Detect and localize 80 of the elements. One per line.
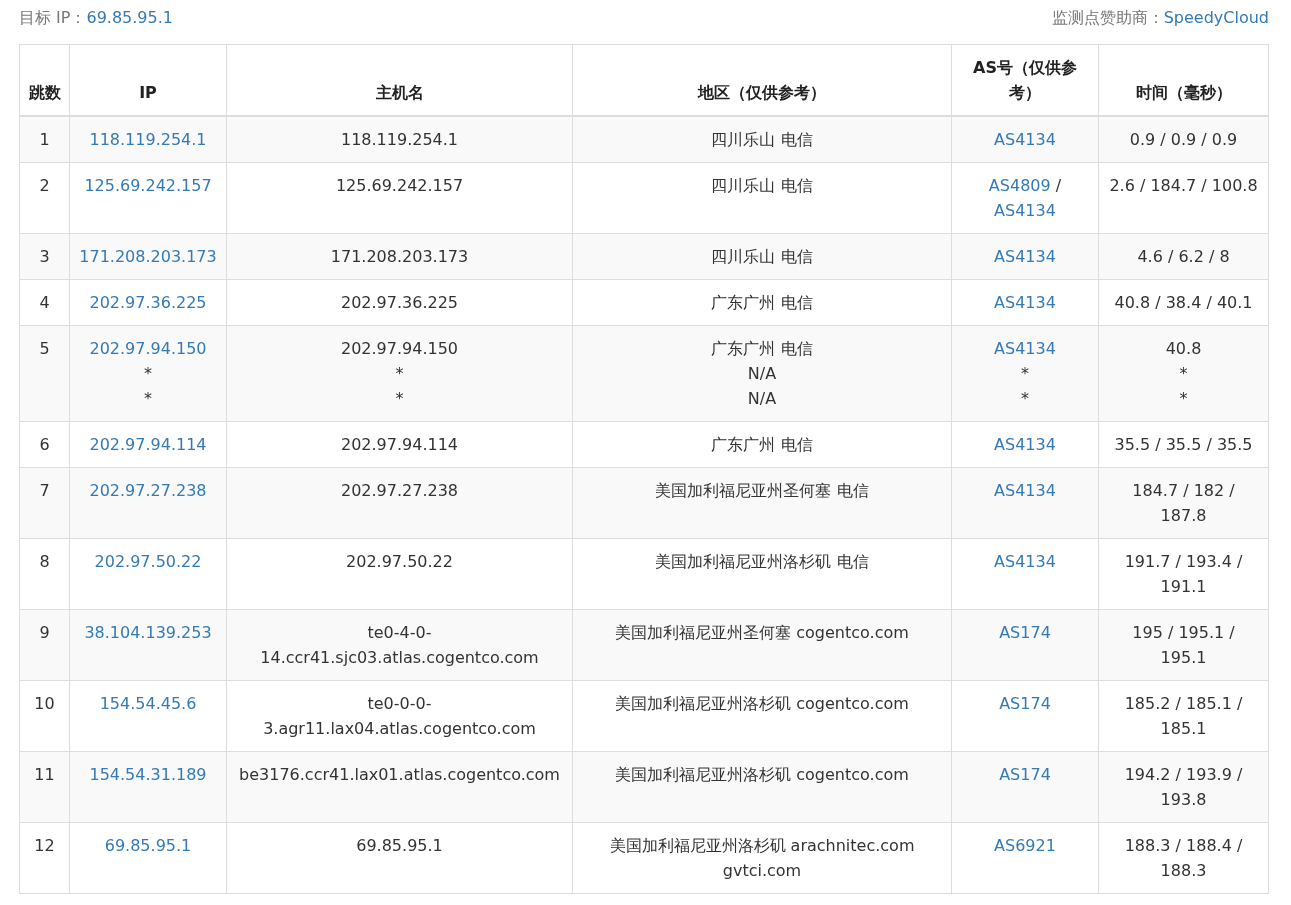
cell-text: / — [1055, 176, 1062, 195]
link[interactable]: AS174 — [999, 765, 1051, 784]
cell-text: 202.97.36.225 — [340, 293, 459, 312]
cell-line: * — [394, 388, 405, 410]
cell-text: 0.9 / 0.9 / 0.9 — [1129, 130, 1238, 149]
cell-text: 191.7 / 193.4 / 191.1 — [1124, 552, 1243, 596]
link[interactable]: AS4134 — [994, 130, 1056, 149]
link[interactable]: 154.54.45.6 — [99, 694, 197, 713]
cell-text: 12 — [34, 836, 55, 855]
cell-line: * — [1020, 363, 1030, 385]
link[interactable]: AS4134 — [994, 552, 1056, 571]
link[interactable]: AS174 — [999, 694, 1051, 713]
target-ip-text: 目标 IP：69.85.95.1 — [19, 8, 173, 29]
cell-text: be3176.ccr41.lax01.atlas.cogentco.com — [239, 765, 560, 784]
cell-text: 3 — [39, 247, 50, 266]
link[interactable]: 202.97.94.150 — [89, 339, 207, 358]
cell-text: 125.69.242.157 — [335, 176, 464, 195]
cell-text: 35.5 / 35.5 / 35.5 — [1114, 435, 1253, 454]
cell-line: 广东广州 电信 — [710, 338, 814, 360]
cell-text: 10 — [34, 694, 55, 713]
cell-line: * — [394, 363, 405, 385]
cell-line: * — [1178, 363, 1189, 385]
cell-text: 美国加利福尼亚州圣何塞 cogentco.com — [615, 623, 909, 642]
cell-text: 美国加利福尼亚州圣何塞 电信 — [655, 481, 869, 500]
cell-text: 188.3 / 188.4 / 188.3 — [1124, 836, 1243, 880]
cell-text: 1 — [39, 130, 50, 149]
link[interactable]: AS4134 — [994, 339, 1056, 358]
cell-text: 美国加利福尼亚州洛杉矶 arachnitec.com gvtci.com — [609, 836, 915, 880]
cell-line: 40.8 — [1164, 338, 1203, 360]
cell-text: 171.208.203.173 — [330, 247, 469, 266]
cell-text: 6 — [39, 435, 50, 454]
cell-line: * — [143, 363, 153, 385]
link[interactable]: AS174 — [999, 623, 1051, 642]
cell-text: 四川乐山 电信 — [711, 130, 813, 149]
cell-line: * — [1178, 388, 1189, 410]
cell-text: 7 — [39, 481, 50, 500]
sponsor-text: 监测点赞助商：SpeedyCloud — [1051, 8, 1269, 29]
cell-line: 202.97.94.150 — [339, 338, 460, 360]
cell-text: 202.97.27.238 — [340, 481, 459, 500]
cell-text: 69.85.95.1 — [356, 836, 443, 855]
link[interactable]: AS6921 — [994, 836, 1056, 855]
cell-text: 广东广州 电信 — [711, 293, 813, 312]
cell-text: 11 — [34, 765, 55, 784]
link[interactable]: AS4134 — [994, 201, 1056, 220]
cell-text: 美国加利福尼亚州洛杉矶 cogentco.com — [615, 765, 909, 784]
cell-line: N/A — [746, 363, 778, 385]
cell-text: 美国加利福尼亚州洛杉矶 电信 — [655, 552, 869, 571]
cell-text: 5 — [39, 339, 50, 358]
cell-line: * — [1020, 388, 1030, 410]
cell-text: 广东广州 电信 — [711, 435, 813, 454]
cell-text: 118.119.254.1 — [340, 130, 459, 149]
link[interactable]: 202.97.27.238 — [89, 481, 207, 500]
cell-text: 40.8 / 38.4 / 40.1 — [1114, 293, 1253, 312]
cell-text: 四川乐山 电信 — [711, 247, 813, 266]
cell-text: 4.6 / 6.2 / 8 — [1137, 247, 1230, 266]
link[interactable]: AS4134 — [994, 247, 1056, 266]
cell-text: 194.2 / 193.9 / 193.8 — [1124, 765, 1243, 809]
cell-text: te0-4-0-14.ccr41.sjc03.atlas.cogentco.com — [260, 623, 539, 667]
link[interactable]: AS4809 — [988, 176, 1051, 195]
cell-text: 美国加利福尼亚州洛杉矶 cogentco.com — [615, 694, 909, 713]
link[interactable]: AS4134 — [994, 481, 1056, 500]
link[interactable]: 69.85.95.1 — [104, 836, 192, 855]
cell-text: te0-0-0-3.agr11.lax04.atlas.cogentco.com — [263, 694, 536, 738]
cell-text: 四川乐山 电信 — [711, 176, 813, 195]
cell-text: 195 / 195.1 / 195.1 — [1132, 623, 1235, 667]
link[interactable]: AS4134 — [994, 293, 1056, 312]
link[interactable]: 202.97.50.22 — [94, 552, 202, 571]
cell-text: 202.97.50.22 — [346, 552, 453, 571]
cell-text: 185.2 / 185.1 / 185.1 — [1124, 694, 1243, 738]
cell-line: N/A — [746, 388, 778, 410]
link[interactable]: 154.54.31.189 — [89, 765, 207, 784]
cell-text: 202.97.94.114 — [340, 435, 459, 454]
cell-text: 4 — [39, 293, 50, 312]
cell-text: 8 — [39, 552, 50, 571]
cell-line: * — [143, 388, 153, 410]
link[interactable]: AS4134 — [994, 435, 1056, 454]
cell-text: 9 — [39, 623, 50, 642]
cell-text: 184.7 / 182 / 187.8 — [1132, 481, 1235, 525]
cell-text: 2 — [39, 176, 50, 195]
cell-text: 2.6 / 184.7 / 100.8 — [1109, 176, 1258, 195]
